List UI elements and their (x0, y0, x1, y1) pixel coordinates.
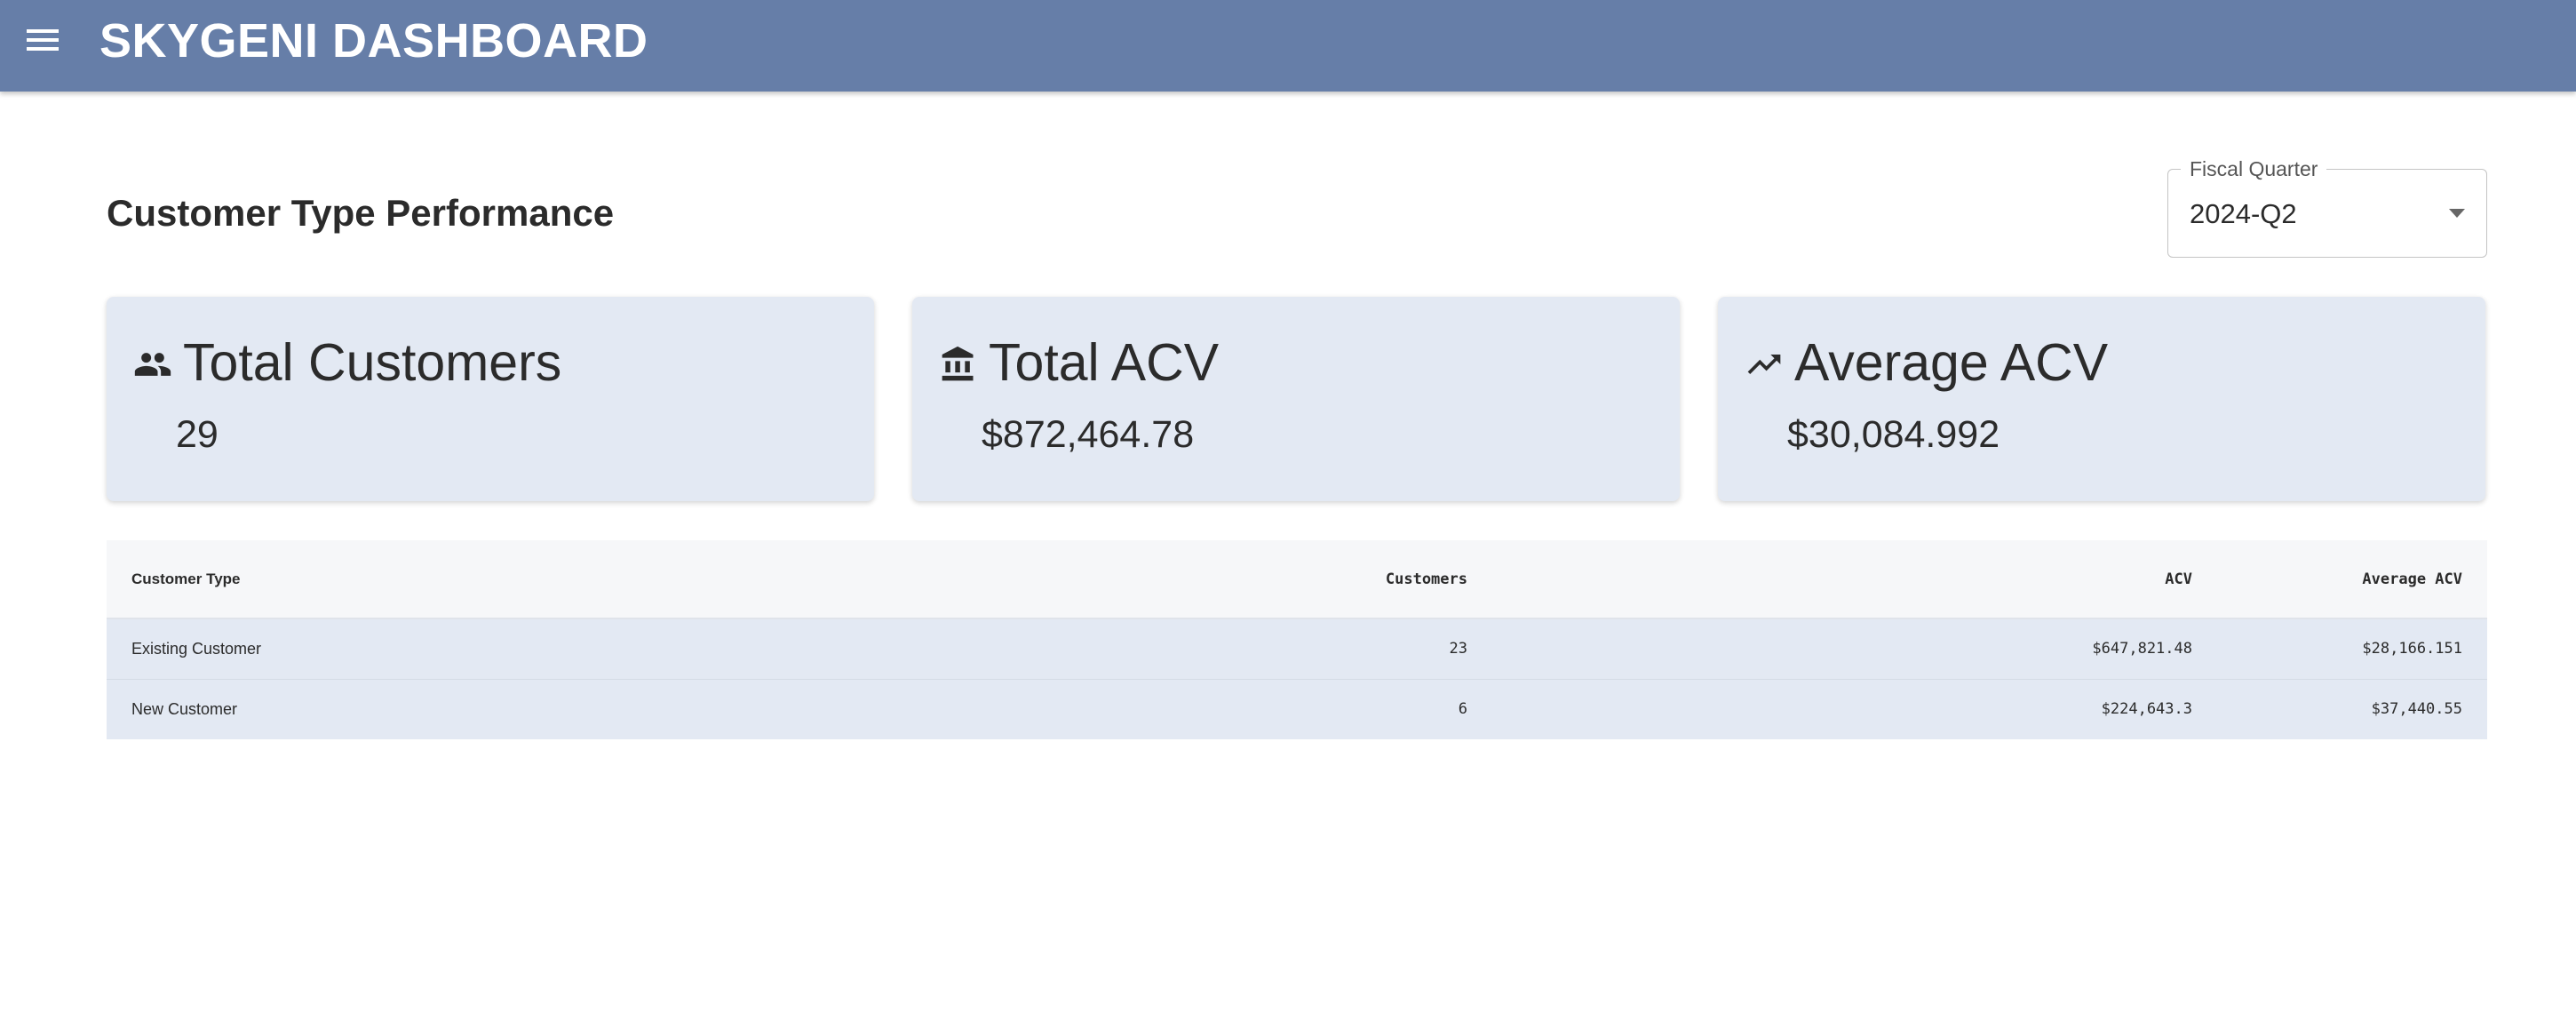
card-title: Average ACV (1794, 333, 2109, 392)
cell-customers: 6 (767, 678, 1492, 739)
page-title: Customer Type Performance (107, 192, 615, 234)
bank-icon (939, 345, 978, 384)
app-bar: SKYGENI DASHBOARD (0, 0, 2576, 92)
fiscal-quarter-label: Fiscal Quarter (2181, 156, 2327, 182)
card-title: Total Customers (183, 333, 562, 392)
cell-customer-type: Existing Customer (131, 639, 262, 658)
customer-type-table: Customer Type Customers ACV Average ACV … (107, 540, 2487, 739)
card-title: Total ACV (989, 333, 1220, 392)
column-header-acv: ACV (1492, 540, 2217, 619)
cell-average-acv: $37,440.55 (2217, 678, 2487, 739)
table-row: Existing Customer 23 $647,821.48 $28,166… (107, 618, 2487, 679)
card-value: $872,464.78 (982, 413, 1195, 456)
table-row: New Customer 6 $224,643.3 $37,440.55 (107, 678, 2487, 739)
column-header-customer-type: Customer Type (107, 540, 767, 619)
average-acv-card: Average ACV $30,084.992 (1718, 297, 2485, 501)
total-acv-card: Total ACV $872,464.78 (912, 297, 1680, 501)
table-header-row: Customer Type Customers ACV Average ACV (107, 540, 2487, 619)
menu-icon[interactable] (27, 27, 59, 53)
cell-acv: $647,821.48 (2092, 640, 2192, 658)
people-icon (133, 345, 172, 384)
cell-customers: 23 (1449, 640, 1467, 658)
card-value: $30,084.992 (1787, 413, 2000, 456)
column-header-customers: Customers (767, 540, 1492, 619)
cell-average-acv: $28,166.151 (2362, 640, 2462, 658)
fiscal-quarter-select[interactable]: Fiscal Quarter 2024-Q2 (2167, 156, 2487, 258)
cell-customer-type: New Customer (107, 678, 767, 739)
cell-acv: $224,643.3 (1492, 678, 2217, 739)
fiscal-quarter-value: 2024-Q2 (2190, 198, 2297, 229)
column-header-average-acv: Average ACV (2217, 540, 2487, 619)
trending-up-icon (1745, 345, 1784, 384)
caret-down-icon (2449, 209, 2465, 218)
total-customers-card: Total Customers 29 (107, 297, 874, 501)
card-value: 29 (176, 413, 219, 456)
app-title: SKYGENI DASHBOARD (99, 14, 648, 68)
